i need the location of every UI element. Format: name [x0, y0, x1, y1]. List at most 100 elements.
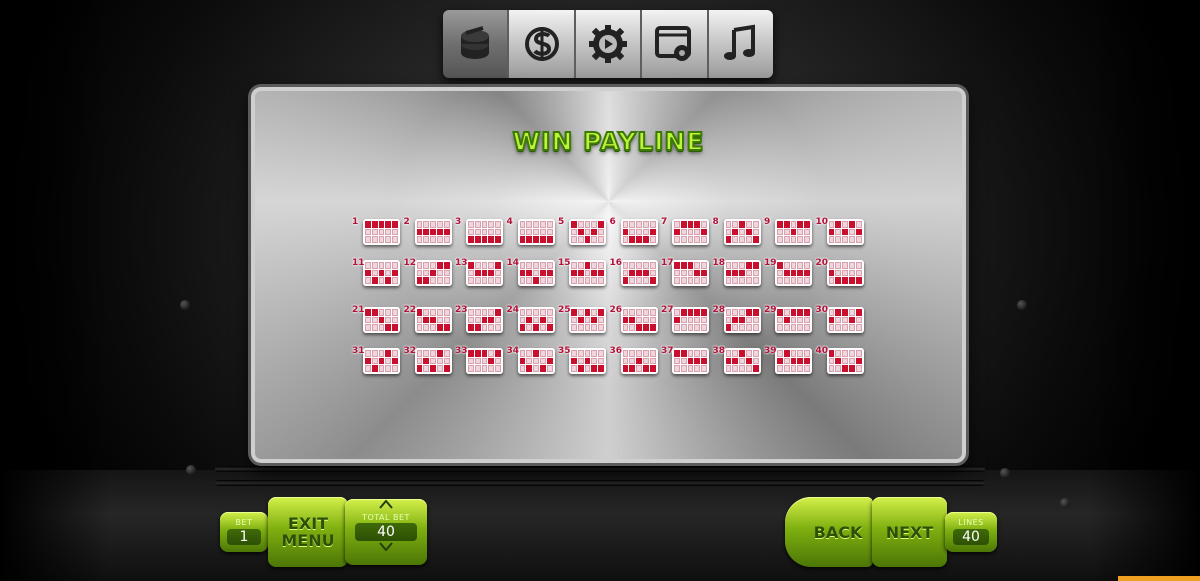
payline-cell — [365, 350, 371, 357]
payline-cell — [642, 236, 649, 243]
payline-card: 22 — [404, 305, 457, 339]
tab-bet-settings[interactable] — [509, 10, 576, 78]
payline-cell — [526, 365, 533, 372]
dollar-globe-icon — [524, 27, 559, 61]
payline-cell — [488, 324, 495, 331]
payline-cell — [649, 324, 656, 331]
payline-card: 25 — [558, 305, 611, 339]
total-bet-value: 40 — [355, 523, 417, 541]
back-button[interactable]: BACK — [785, 497, 873, 567]
payline-cell — [474, 365, 481, 372]
payline-cell — [416, 309, 423, 316]
payline-cell — [674, 269, 680, 277]
payline-cell — [739, 357, 745, 365]
payline-cell — [694, 350, 701, 357]
payline-cell — [371, 277, 378, 284]
payline-cell — [745, 269, 752, 277]
payline-cell — [745, 324, 752, 331]
payline-cell — [629, 309, 636, 316]
payline-cell — [436, 269, 443, 277]
payline-cell — [430, 357, 436, 365]
payline-cell — [443, 357, 450, 365]
payline-cell — [526, 262, 533, 269]
payline-cell — [416, 316, 423, 324]
payline-cell — [481, 277, 488, 284]
payline-cell — [430, 277, 436, 284]
payline-cell — [436, 236, 443, 243]
payline-cell — [848, 269, 855, 277]
payline-diagram — [414, 348, 452, 374]
payline-cell — [797, 357, 804, 365]
payline-card: 30 — [816, 305, 869, 339]
payline-cell — [533, 324, 539, 331]
payline-cell — [392, 365, 398, 372]
total-bet-up-button[interactable] — [345, 499, 427, 513]
payline-cell — [797, 324, 804, 331]
tab-settings[interactable] — [642, 10, 709, 78]
payline-cell — [385, 309, 392, 316]
payline-cell — [539, 262, 546, 269]
payline-cell — [539, 221, 546, 228]
payline-cell — [680, 357, 687, 365]
payline-card: 16 — [610, 258, 663, 292]
payline-cell — [392, 316, 398, 324]
payline-cell — [842, 324, 848, 331]
payline-cell — [783, 269, 790, 277]
payline-cell — [804, 262, 810, 269]
payline-cell — [539, 228, 546, 236]
payline-cell — [855, 357, 862, 365]
payline-cell — [365, 357, 371, 365]
payline-diagram — [517, 219, 555, 245]
payline-cell — [365, 269, 371, 277]
payline-cell — [443, 350, 450, 357]
payline-cell — [694, 262, 701, 269]
payline-cell — [423, 236, 430, 243]
payline-cell — [519, 236, 526, 243]
payline-cell — [739, 262, 745, 269]
payline-cell — [797, 350, 804, 357]
payline-cell — [848, 316, 855, 324]
total-bet-down-button[interactable] — [345, 541, 427, 553]
payline-diagram — [466, 348, 503, 374]
payline-cell — [519, 316, 526, 324]
payline-cell — [539, 277, 546, 284]
payline-number: 9 — [764, 217, 771, 227]
payline-cell — [423, 277, 430, 284]
payline-cell — [371, 236, 378, 243]
payline-cell — [842, 269, 848, 277]
next-button[interactable]: NEXT — [872, 497, 947, 567]
payline-cell — [804, 309, 810, 316]
payline-cell — [701, 316, 707, 324]
payline-card: 29 — [764, 305, 817, 339]
payline-cell — [436, 309, 443, 316]
exit-menu-button[interactable]: EXIT MENU — [268, 497, 348, 567]
payline-cell — [392, 221, 398, 228]
payline-cell — [752, 309, 759, 316]
tab-autoplay[interactable] — [575, 10, 643, 78]
payline-cell — [642, 316, 649, 324]
payline-cell — [378, 309, 385, 316]
payline-cell — [777, 324, 783, 331]
payline-cell — [855, 316, 862, 324]
payline-cell — [443, 365, 450, 372]
payline-number: 4 — [506, 217, 513, 227]
payline-cell — [584, 316, 591, 324]
payline-cell — [365, 262, 371, 269]
payline-cell — [481, 324, 488, 331]
payline-cell — [725, 309, 732, 316]
payline-cell — [622, 236, 629, 243]
window-settings-icon — [655, 26, 692, 61]
payline-card: 36 — [610, 346, 663, 380]
payline-cell — [598, 350, 604, 357]
payline-number: 13 — [455, 258, 468, 268]
tab-sound[interactable] — [708, 10, 773, 78]
tab-paytable[interactable] — [443, 10, 510, 78]
payline-cell — [591, 324, 598, 331]
payline-cell — [591, 365, 598, 372]
payline-cell — [701, 221, 707, 228]
payline-cell — [526, 221, 533, 228]
payline-cell — [674, 357, 680, 365]
payline-cell — [571, 228, 577, 236]
payline-cell — [474, 228, 481, 236]
payline-cell — [423, 262, 430, 269]
